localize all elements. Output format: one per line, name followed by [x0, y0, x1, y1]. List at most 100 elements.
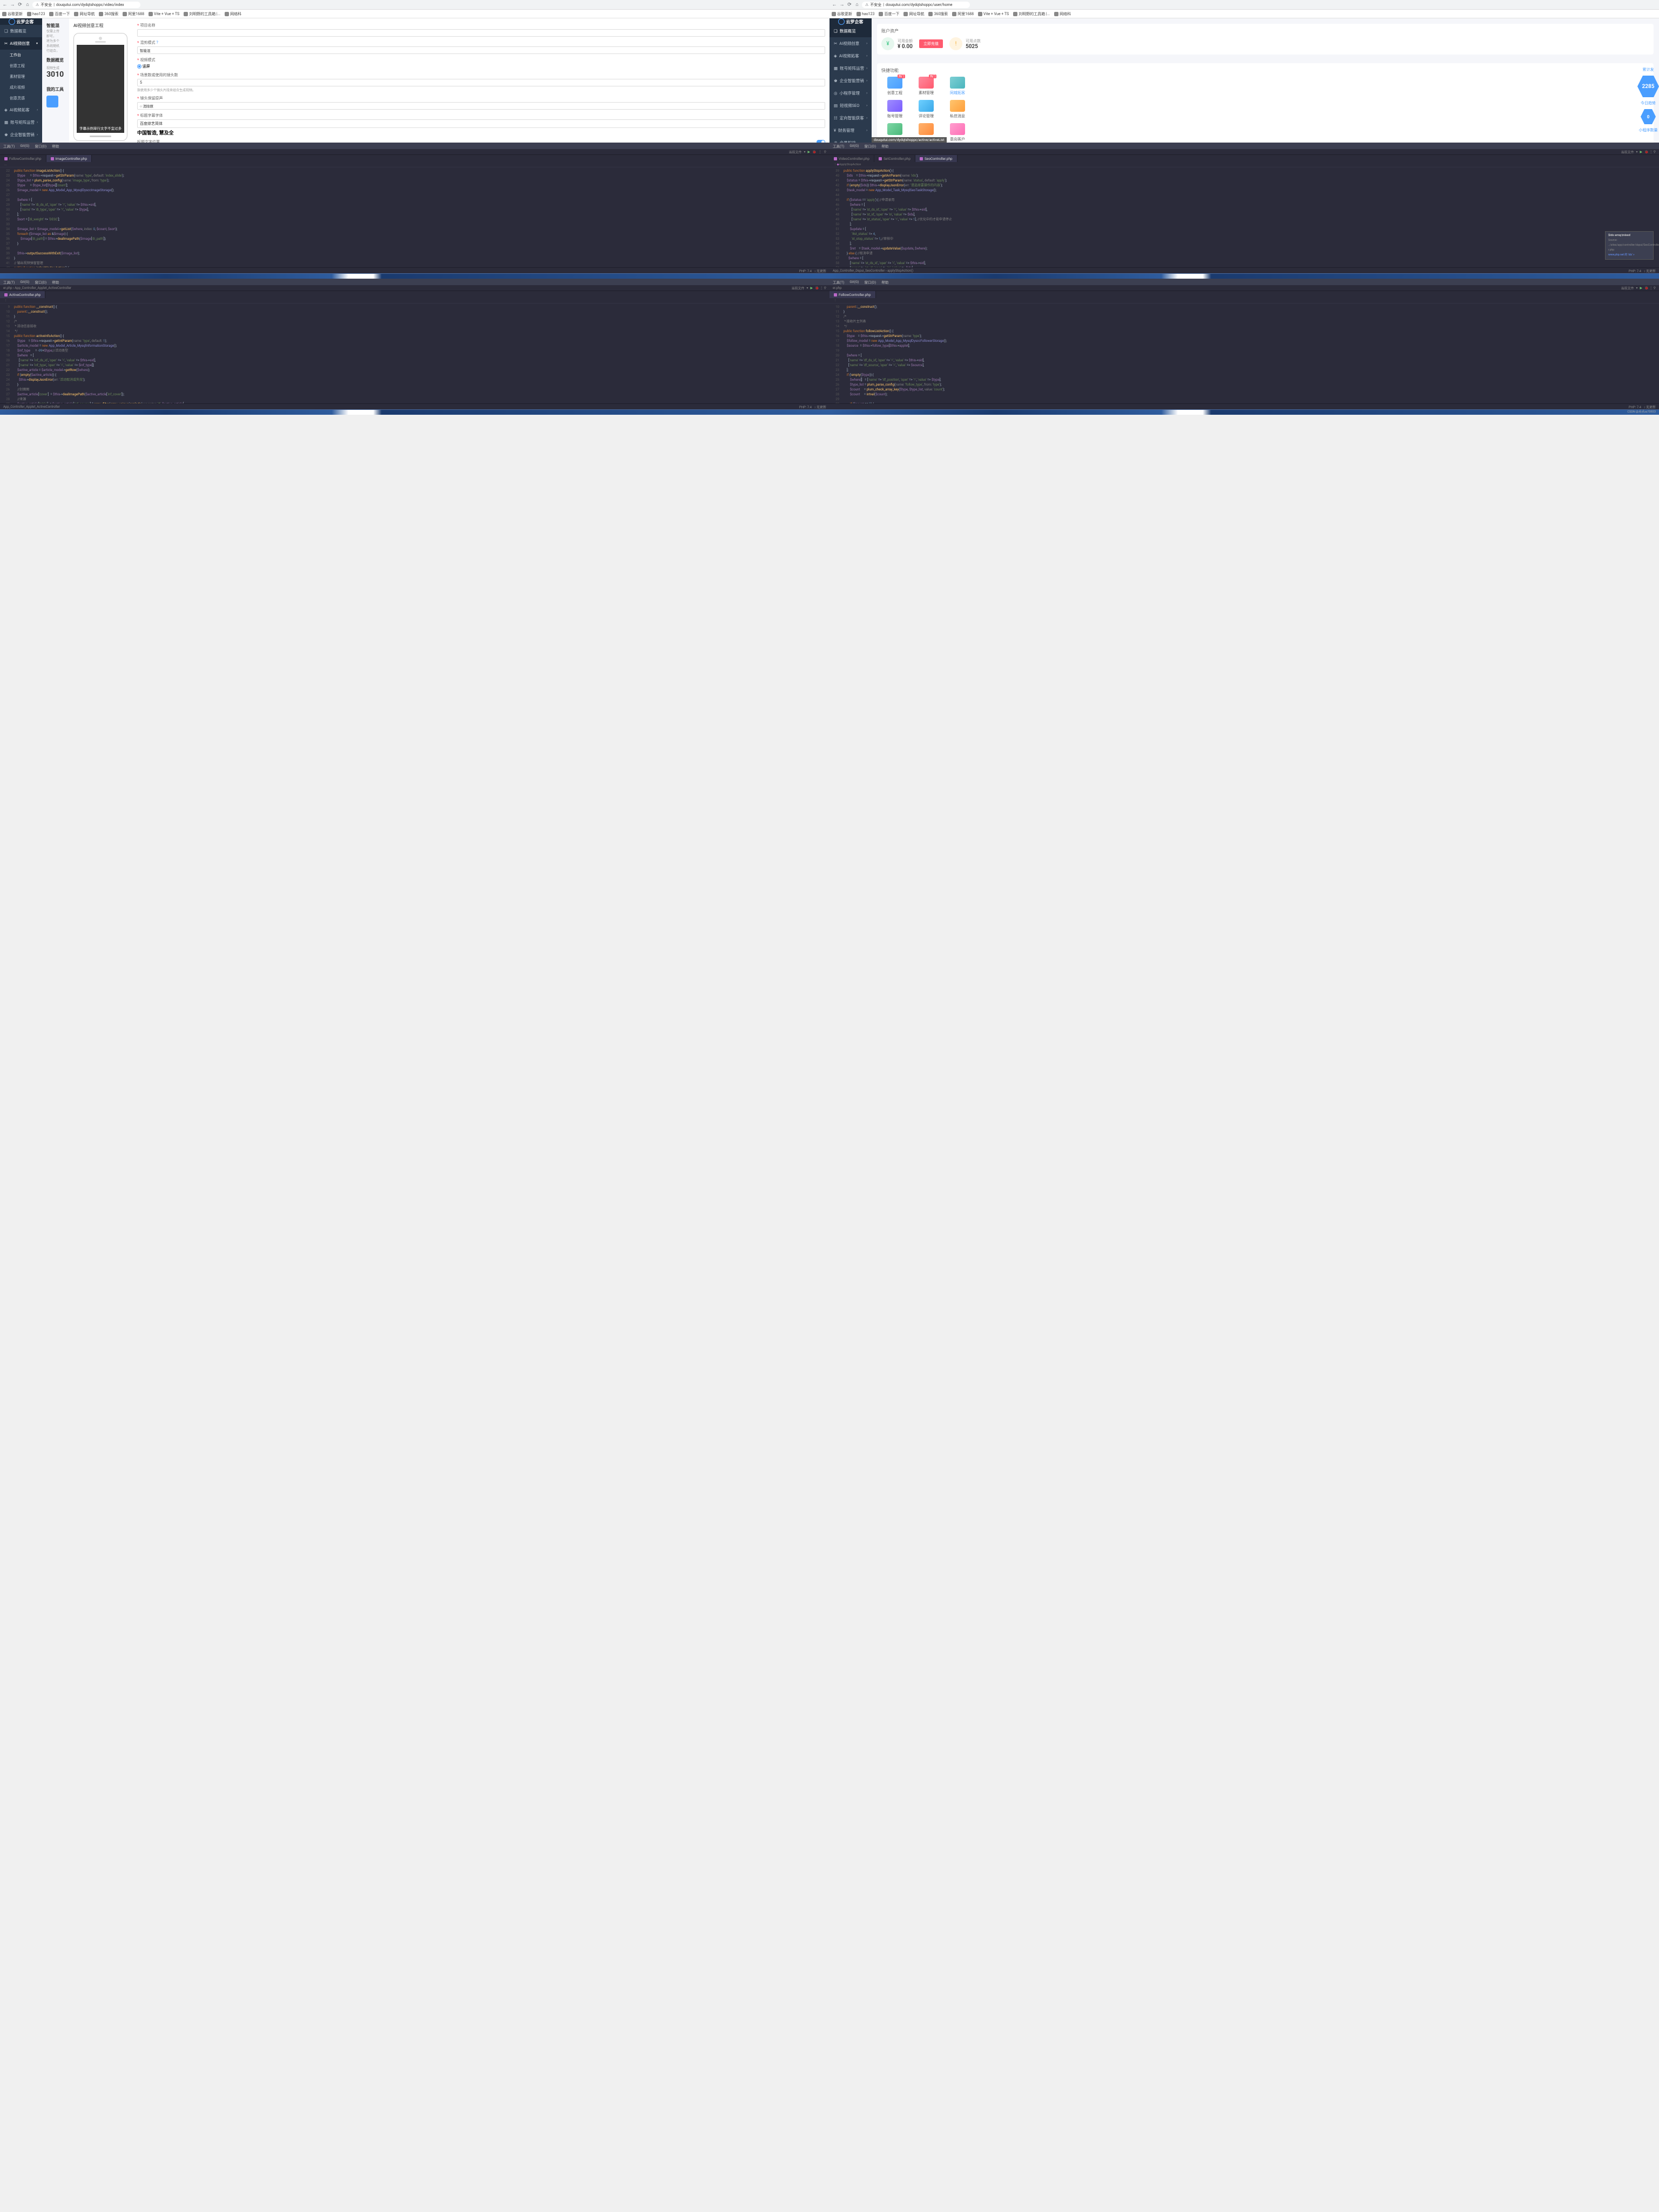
bookmark[interactable]: 谷歌更新 [832, 11, 852, 17]
sub-inspire[interactable]: 创意灵感 [0, 93, 42, 104]
toolbar[interactable]: er.php › App_Controller_Applet_ActiveCon… [0, 285, 830, 291]
bookmark[interactable]: 百度一下 [879, 11, 899, 17]
sidebar-item-ai-video[interactable]: ✂ AI视频创意› [830, 37, 872, 50]
projname-input[interactable] [137, 29, 825, 37]
quick-dm[interactable]: 私信消息 [944, 100, 971, 119]
back-icon[interactable]: ← [832, 2, 837, 8]
url-bar[interactable]: ⚠不安全 | douqutui.com/dydqtshoppc/user/hom… [862, 2, 970, 8]
bookmark[interactable]: 百度一下 [49, 11, 70, 17]
code-editor[interactable]: 2223242526272829303132333435363738394041… [0, 167, 830, 267]
sidebar-item-expand[interactable]: ◈ AI视频拓客› [0, 104, 42, 116]
reload-icon[interactable]: ⟳ [847, 2, 852, 8]
bookmark[interactable]: 刘明野的工具箱 |... [184, 11, 220, 17]
sidebar-item-ai-video[interactable]: ✂ AI视频创意▾ [0, 37, 42, 50]
search-icon[interactable]: ⚲ [824, 150, 826, 154]
menubar[interactable]: 工具(T)Git(G)窗口(D)帮助 [830, 143, 1659, 149]
title-font-select[interactable]: 百度综艺简体 [137, 119, 825, 128]
fwd-icon[interactable]: → [839, 2, 845, 8]
bookmark[interactable]: 阿里1688 [952, 11, 974, 17]
tool-icon[interactable] [46, 96, 58, 107]
run-icon[interactable]: ▶ [1640, 150, 1643, 154]
taskbar[interactable] [0, 273, 830, 279]
bookmark[interactable]: hao123 [27, 12, 45, 16]
clear-audio-btn[interactable]: ○ 消除原 [137, 102, 825, 110]
quick-intent[interactable]: 意向客户 [944, 123, 971, 142]
breadcrumb[interactable]: ... [0, 162, 830, 167]
quick-comment[interactable]: 评论管理 [913, 100, 940, 119]
sidebar-item-matrix[interactable]: ▦ 账号矩阵运营› [0, 116, 42, 129]
sub-finished[interactable]: 成片视频 [0, 82, 42, 93]
sidebar-item-matrix[interactable]: ▦ 账号矩阵运营› [830, 62, 872, 75]
taskbar[interactable] [830, 409, 1659, 415]
taskbar[interactable] [830, 273, 1659, 279]
sub-creative[interactable]: 创意工程 [0, 60, 42, 71]
tab-active[interactable]: ActiveController.php [0, 291, 45, 298]
run-icon[interactable]: ▶ [807, 150, 810, 154]
url-text: douqutui.com/dydqtshoppc/video/index [56, 3, 124, 7]
code-editor[interactable]: 3940414243444546474849505152535455565758… [830, 167, 1659, 267]
back-icon[interactable]: ← [2, 2, 8, 8]
recharge-button[interactable]: 立即充值 [919, 39, 943, 48]
bookmark[interactable]: hao123 [857, 12, 874, 16]
quick-local[interactable]: 同城拓客 [944, 77, 971, 96]
taskbar[interactable] [0, 409, 830, 415]
menubar[interactable]: 工具(T)Git(G)窗口(D)帮助 [830, 279, 1659, 285]
tab-image[interactable]: ImageController.php [46, 155, 92, 162]
code-editor[interactable]: 1011121314151617181920212223242526272829… [830, 304, 1659, 403]
sub-material[interactable]: 素材管理 [0, 71, 42, 82]
tab-video[interactable]: VideoController.php [830, 155, 874, 162]
quick-account[interactable]: 账号管理 [881, 100, 908, 119]
menubar[interactable]: 工具(T)Git(G)窗口(D)帮助 [0, 143, 830, 149]
breadcrumb[interactable]: ⋮ ◆ ApplyStopAction [830, 162, 1659, 167]
sidebar-item-marketing[interactable]: ♚ 企业智能营销› [0, 129, 42, 141]
quick-creative[interactable]: 热门创意工程 [881, 77, 908, 96]
bookmark[interactable]: Vite + Vue + TS [149, 12, 179, 16]
bookmark[interactable]: 网络科 [225, 11, 241, 17]
tab-seo[interactable]: SeoController.php [915, 155, 957, 162]
fwd-icon[interactable]: → [10, 2, 15, 8]
reload-icon[interactable]: ⟳ [17, 2, 23, 8]
sidebar-item-target[interactable]: ☷ 定向智能获客› [830, 112, 872, 124]
toolbar[interactable]: er.php当前文件 ▾ ▶ 🐞 ⋮ ⚲ [830, 285, 1659, 291]
hot-badge: 热门 [898, 75, 905, 78]
home-icon[interactable]: ⌂ [25, 2, 30, 8]
bookmark[interactable]: Vite + Vue + TS [978, 12, 1009, 16]
bookmark[interactable]: 网址导航 [74, 11, 95, 17]
scene-input[interactable] [137, 79, 825, 86]
sidebar-item-seo[interactable]: ▤ 短视频SEO› [830, 99, 872, 112]
sub-workbench[interactable]: 工作台 [0, 50, 42, 60]
sidebar-item-overview[interactable]: ❏ 数据概览 [830, 25, 872, 37]
bookmark[interactable]: 谷歌更新 [2, 11, 23, 17]
tab-follow[interactable]: FollowController.php [0, 155, 46, 162]
menubar[interactable]: 工具(T)Git(G)窗口(D)帮助 [0, 279, 830, 285]
sidebar-item-miniapp[interactable]: ◎ 小程序管理› [830, 87, 872, 99]
sidebar-item-member[interactable]: ♛ 会员权益 [830, 137, 872, 143]
quick-material[interactable]: 热门素材管理 [913, 77, 940, 96]
sidebar-item-finance[interactable]: ¥ 财务管理› [830, 124, 872, 137]
sidebar-item-expand[interactable]: ◈ AI视频拓客› [830, 50, 872, 62]
mix-select[interactable]: 智能混 [137, 46, 825, 54]
toolbar[interactable]: 当前文件 ▾ ▶ 🐞 ⋮ ⚲ [830, 149, 1659, 155]
bookmark[interactable]: 阿里1688 [123, 11, 144, 17]
sidebar-item-overview[interactable]: ❏ 数据概览 [0, 25, 42, 37]
debug-icon[interactable]: 🐞 [812, 150, 816, 154]
bookmark[interactable]: 360搜索 [99, 11, 118, 17]
logo[interactable]: 云罗企客 [0, 18, 42, 25]
pane-video-admin: ← → ⟳ ⌂ ⚠不安全 | douqutui.com/dydqtshoppc/… [0, 0, 830, 143]
radio-portrait[interactable] [137, 64, 141, 69]
sidebar-item-marketing[interactable]: ♚ 企业智能营销› [830, 75, 872, 87]
logo[interactable]: 云罗企客 [830, 18, 872, 25]
bookmark[interactable]: 网络科 [1054, 11, 1071, 17]
doc-link[interactable]: www.php.net 的 'ids' » [1608, 253, 1634, 257]
bookmark[interactable]: 网址导航 [903, 11, 924, 17]
code-editor[interactable]: 9101112131415161718192021222324252627282… [0, 304, 830, 403]
today-label: 今日趋势 [1641, 100, 1656, 106]
toolbar[interactable]: 当前文件 ▾ ▶ 🐞 ⋮ ⚲ [0, 149, 830, 155]
path-crumb: er.php › App_Controller_Applet_ActiveCon… [3, 286, 71, 290]
bookmark[interactable]: 360搜索 [928, 11, 948, 17]
tab-follow[interactable]: FollowController.php [830, 291, 876, 298]
tab-set[interactable]: SetController.php [874, 155, 915, 162]
bookmark[interactable]: 刘明野的工具箱 |... [1013, 11, 1050, 17]
url-bar[interactable]: ⚠不安全 | douqutui.com/dydqtshoppc/video/in… [32, 2, 140, 8]
home-icon[interactable]: ⌂ [854, 2, 860, 8]
